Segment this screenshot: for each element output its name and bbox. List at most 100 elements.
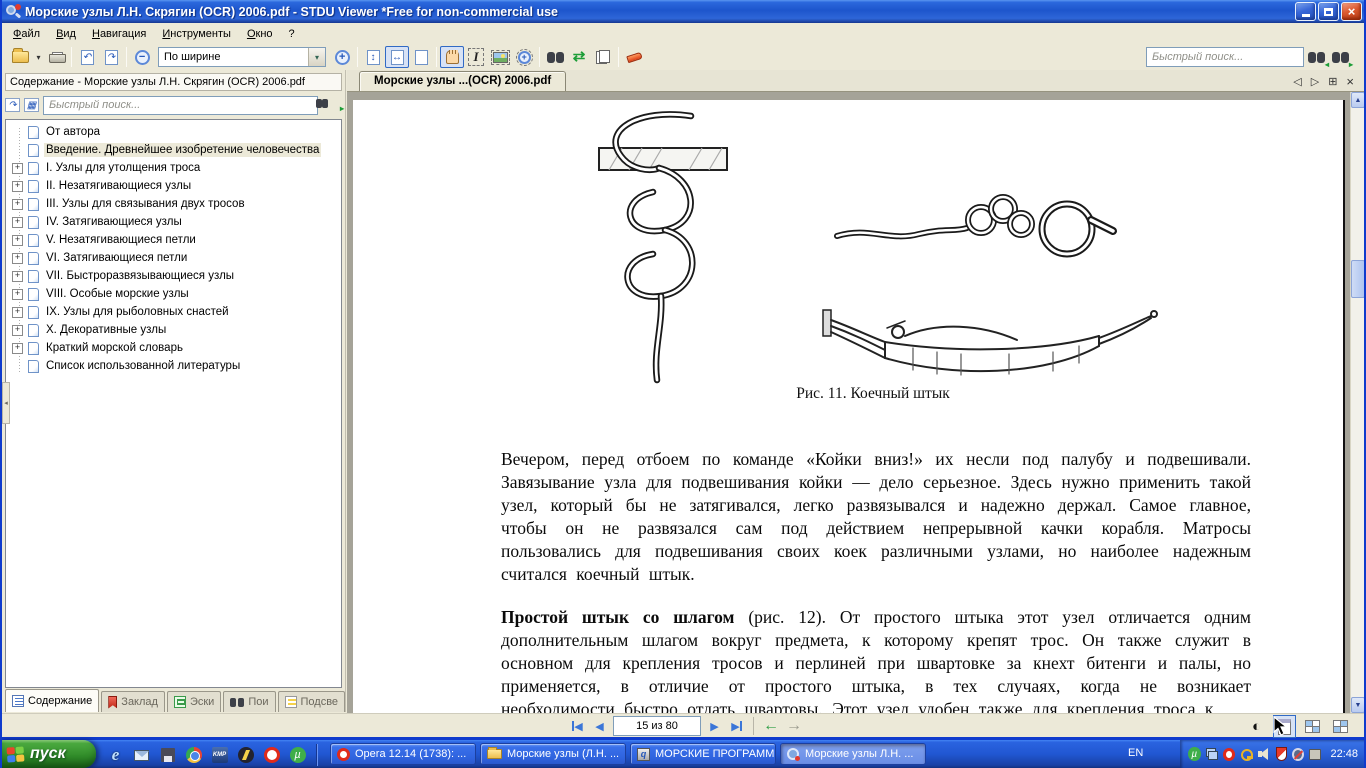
- text-select-button[interactable]: I: [464, 46, 488, 68]
- tray-display-icon[interactable]: [1309, 749, 1322, 760]
- zoom-in-button[interactable]: +: [330, 46, 354, 68]
- search-button[interactable]: [543, 46, 567, 68]
- menu-window[interactable]: Окно: [239, 25, 281, 43]
- sidebar-quick-search-input[interactable]: [43, 96, 318, 115]
- tray-utorrent-icon[interactable]: µ: [1188, 747, 1201, 761]
- tray-opera-icon[interactable]: [1223, 748, 1235, 761]
- copy-button[interactable]: [591, 46, 615, 68]
- first-page-button[interactable]: ◀: [567, 716, 588, 736]
- toc-item[interactable]: Список использованной литературы: [6, 357, 341, 375]
- expander-icon[interactable]: [12, 307, 23, 318]
- tray-key-icon[interactable]: [1240, 747, 1253, 761]
- document-tab[interactable]: Морские узлы ...(OCR) 2006.pdf: [359, 71, 566, 91]
- language-indicator[interactable]: EN: [1128, 747, 1143, 759]
- tray-volume-icon[interactable]: [1258, 748, 1271, 760]
- next-page-button[interactable]: ▶: [704, 716, 725, 736]
- sidebar-collapse-handle[interactable]: ◂: [2, 382, 10, 424]
- tab-list-button[interactable]: ⊞: [1328, 77, 1337, 87]
- compare-button[interactable]: ⇄: [567, 46, 591, 68]
- tab-scroll-left-button[interactable]: ◁: [1293, 77, 1301, 87]
- tab-contents[interactable]: Содержание: [5, 689, 99, 712]
- split-view-alt-button[interactable]: [1329, 715, 1352, 738]
- tab-bookmarks[interactable]: Заклад: [101, 691, 165, 712]
- collapse-all-icon[interactable]: ▦: [24, 98, 39, 112]
- tab-thumbnails[interactable]: Эски: [167, 691, 221, 712]
- zoom-select-caret[interactable]: ▾: [308, 48, 325, 66]
- vertical-scrollbar[interactable]: ▲ ▼: [1350, 92, 1364, 713]
- toc-item[interactable]: От автора: [6, 123, 341, 141]
- toc-item[interactable]: I. Узлы для утолщения троса: [6, 159, 341, 177]
- zoom-level-select[interactable]: По ширине ▾: [158, 47, 326, 67]
- tab-highlights[interactable]: Подсве: [278, 691, 346, 712]
- expander-icon[interactable]: [12, 289, 23, 300]
- scrollbar-thumb[interactable]: [1351, 260, 1364, 298]
- toc-item[interactable]: VII. Быстроразвязывающиеся узлы: [6, 267, 341, 285]
- opera-icon[interactable]: [262, 746, 281, 765]
- tray-antivirus-icon[interactable]: [1276, 747, 1287, 761]
- floppy-save-icon[interactable]: [158, 746, 177, 765]
- menu-view[interactable]: Вид: [48, 25, 84, 43]
- open-file-dropdown[interactable]: ▾: [32, 46, 44, 68]
- expander-icon[interactable]: [12, 217, 23, 228]
- task-stdu-viewer[interactable]: Морские узлы Л.Н. ...: [780, 743, 926, 765]
- expander-icon[interactable]: [12, 343, 23, 354]
- start-button[interactable]: пуск: [0, 740, 96, 768]
- scroll-down-button[interactable]: ▼: [1351, 697, 1364, 713]
- image-select-button[interactable]: [488, 46, 512, 68]
- toc-item[interactable]: VI. Затягивающиеся петли: [6, 249, 341, 267]
- toc-item[interactable]: V. Незатягивающиеся петли: [6, 231, 341, 249]
- split-view-button[interactable]: [1301, 715, 1324, 738]
- find-previous-button[interactable]: ◂: [1304, 46, 1328, 68]
- scroll-up-button[interactable]: ▲: [1351, 92, 1364, 108]
- toc-item[interactable]: IV. Затягивающиеся узлы: [6, 213, 341, 231]
- rotate-left-button[interactable]: ↶: [75, 46, 99, 68]
- mail-icon[interactable]: [132, 746, 151, 765]
- utorrent-icon[interactable]: µ: [288, 746, 307, 765]
- toc-item[interactable]: Краткий морской словарь: [6, 339, 341, 357]
- tray-blocked-icon[interactable]: [1292, 748, 1304, 761]
- print-button[interactable]: [44, 46, 68, 68]
- open-file-button[interactable]: [8, 46, 32, 68]
- toc-item[interactable]: IX. Узлы для рыболовных снастей: [6, 303, 341, 321]
- internet-explorer-icon[interactable]: e: [106, 746, 125, 765]
- toc-item[interactable]: III. Узлы для связывания двух тросов: [6, 195, 341, 213]
- toc-item[interactable]: II. Незатягивающиеся узлы: [6, 177, 341, 195]
- expander-icon[interactable]: [12, 163, 23, 174]
- expander-icon[interactable]: [12, 271, 23, 282]
- history-back-button[interactable]: ←: [760, 716, 782, 736]
- fit-height-button[interactable]: ↕: [361, 46, 385, 68]
- toolbar-quick-search-input[interactable]: [1146, 47, 1304, 67]
- fit-page-button[interactable]: [409, 46, 433, 68]
- hand-tool-button[interactable]: [440, 46, 464, 68]
- table-of-contents-tree[interactable]: От автора Введение. Древнейшее изобретен…: [5, 119, 342, 688]
- expander-icon[interactable]: [12, 253, 23, 264]
- expander-icon[interactable]: [12, 235, 23, 246]
- menu-tools[interactable]: Инструменты: [154, 25, 239, 43]
- menu-help[interactable]: ?: [281, 25, 303, 43]
- minimize-button[interactable]: [1295, 2, 1316, 21]
- find-next-button[interactable]: ▸: [1328, 46, 1352, 68]
- page-number-input[interactable]: [613, 716, 701, 736]
- task-opera[interactable]: Opera 12.14 (1738): ...: [330, 743, 476, 765]
- tray-network-icon[interactable]: [1206, 748, 1219, 760]
- task-folder[interactable]: Морские узлы (Л.Н. ...: [480, 743, 626, 765]
- maximize-button[interactable]: [1318, 2, 1339, 21]
- close-button[interactable]: ×: [1341, 2, 1362, 21]
- chrome-icon[interactable]: [184, 746, 203, 765]
- fit-width-button[interactable]: ↔: [385, 46, 409, 68]
- tab-close-button[interactable]: ×: [1346, 77, 1354, 87]
- last-page-button[interactable]: ▶: [726, 716, 747, 736]
- expander-icon[interactable]: [12, 199, 23, 210]
- sidebar-find-button[interactable]: ▸: [322, 99, 342, 111]
- previous-page-button[interactable]: ◀: [589, 716, 610, 736]
- kmplayer-icon[interactable]: KMP: [210, 746, 229, 765]
- history-forward-button[interactable]: →: [783, 716, 805, 736]
- rotate-right-button[interactable]: ↷: [99, 46, 123, 68]
- expander-icon[interactable]: [12, 325, 23, 336]
- tab-scroll-right-button[interactable]: ▷: [1311, 77, 1319, 87]
- toc-item[interactable]: VIII. Особые морские узлы: [6, 285, 341, 303]
- toc-item[interactable]: X. Декоративные узлы: [6, 321, 341, 339]
- expander-icon[interactable]: [12, 181, 23, 192]
- tab-search[interactable]: Пои: [223, 691, 275, 712]
- menu-navigation[interactable]: Навигация: [84, 25, 154, 43]
